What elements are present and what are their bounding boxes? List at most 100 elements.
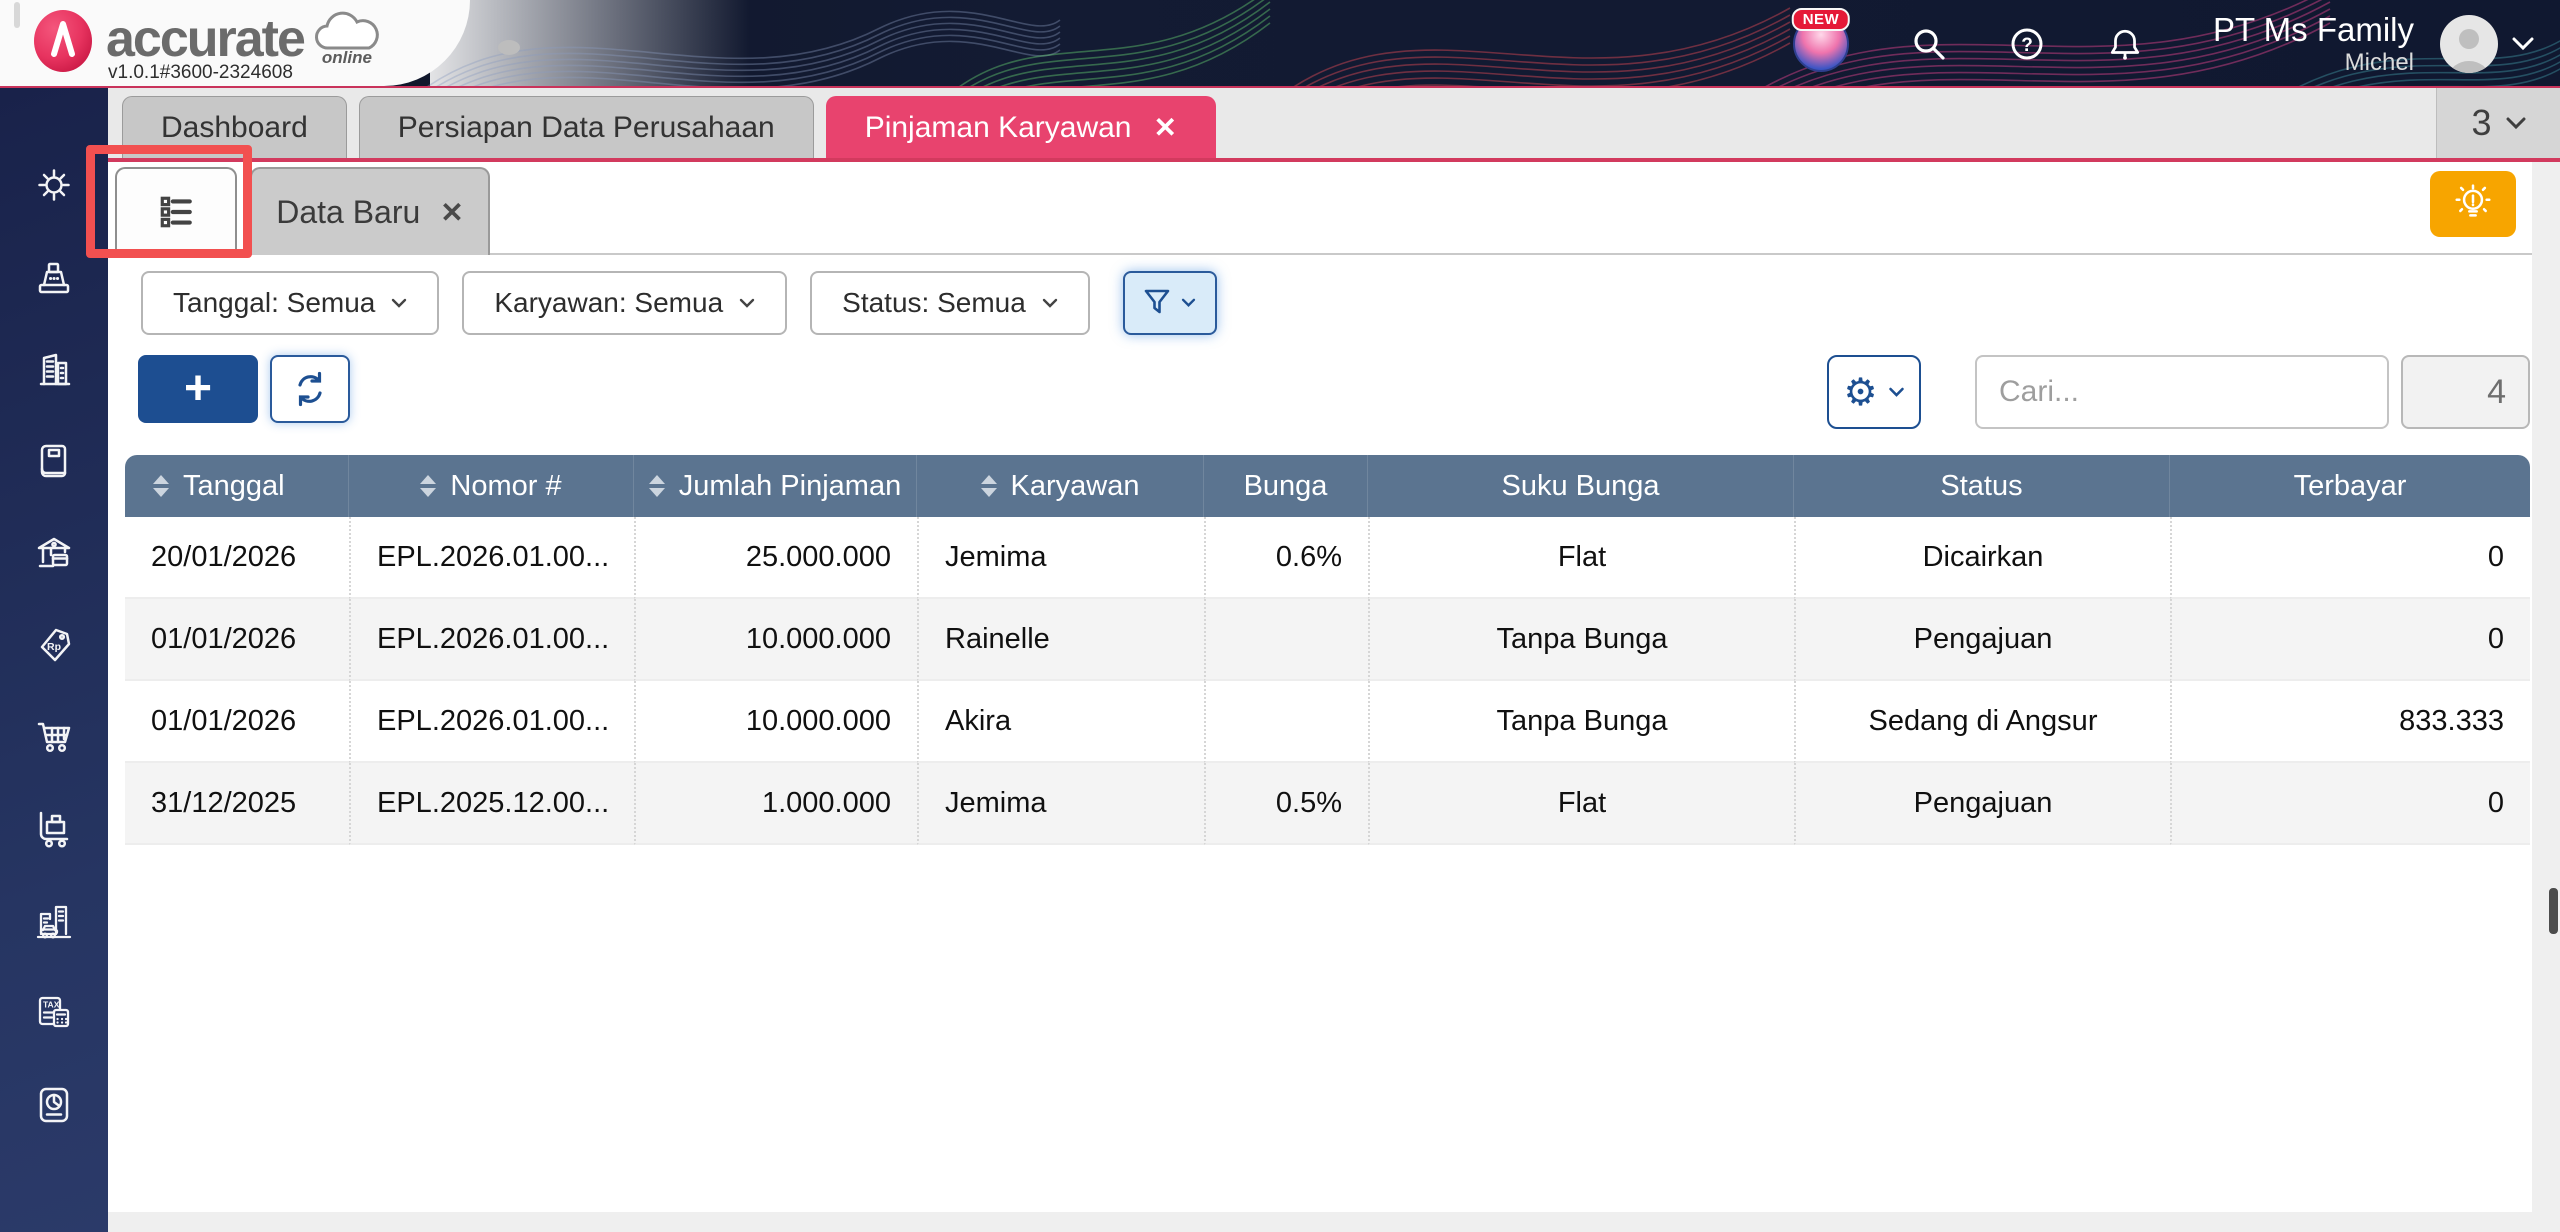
column-header-terbayar[interactable]: Terbayar [2170, 455, 2530, 517]
funnel-icon [1145, 289, 1170, 314]
cell-jumlah: 1.000.000 [634, 763, 917, 845]
tab-pinjaman-karyawan[interactable]: Pinjaman Karyawan ✕ [825, 96, 1216, 158]
filter-row: Tanggal: Semua Karyawan: Semua Status: S… [141, 271, 1217, 335]
column-label: Tanggal [183, 469, 285, 502]
refresh-icon [298, 371, 322, 407]
sort-icon[interactable] [648, 475, 665, 497]
brand-subtext: online [321, 48, 372, 67]
column-header-karyawan[interactable]: Karyawan [917, 455, 1204, 517]
cell-status: Pengajuan [1794, 763, 2170, 845]
filter-label: Karyawan: Semua [494, 287, 724, 318]
cell-karyawan: Akira [917, 681, 1204, 763]
result-count: 4 [2487, 372, 2506, 411]
main-tab-strip: Dashboard Persiapan Data Perusahaan Pinj… [108, 88, 2560, 162]
subtab-data-baru[interactable]: Data Baru ✕ [250, 167, 490, 255]
column-label: Terbayar [2293, 469, 2407, 502]
sidebar-item-ledger[interactable] [31, 438, 77, 484]
cell-nomor: EPL.2026.01.00... [349, 599, 634, 681]
accurate-a-icon [34, 10, 92, 72]
cell-tanggal: 31/12/2025 [125, 763, 349, 845]
sidebar-item-cash-register[interactable] [31, 254, 77, 300]
cell-suku-bunga: Tanpa Bunga [1368, 681, 1794, 763]
sidebar-item-reports[interactable] [31, 1082, 77, 1128]
column-header-nomor[interactable]: Nomor # [349, 455, 634, 517]
column-header-bunga[interactable]: Bunga [1204, 455, 1368, 517]
result-count-box: 4 [2401, 355, 2530, 429]
gear-icon: ⚙ [1843, 371, 1878, 414]
column-header-jumlah-pinjaman[interactable]: Jumlah Pinjaman [634, 455, 917, 517]
cell-karyawan: Jemima [917, 763, 1204, 845]
sidebar-item-tax[interactable]: TAX [31, 990, 77, 1036]
cell-terbayar: 0 [2170, 517, 2530, 599]
mascot-assistant-button[interactable]: NEW [1791, 8, 1851, 72]
sort-icon[interactable] [980, 475, 997, 497]
sort-icon[interactable] [153, 475, 169, 497]
filter-karyawan[interactable]: Karyawan: Semua [462, 271, 788, 335]
scroll-indicator [14, 2, 20, 28]
asset-building-car-icon [36, 905, 72, 939]
settings-gear-button[interactable]: ⚙ [1827, 355, 1921, 429]
new-badge: NEW [1791, 8, 1851, 31]
sidebar-item-fixed-assets[interactable] [31, 898, 77, 944]
close-icon[interactable]: ✕ [1154, 111, 1177, 144]
cell-karyawan: Jemima [917, 517, 1204, 599]
filter-funnel-button[interactable] [1122, 271, 1217, 335]
list-view-tab[interactable] [115, 167, 237, 255]
column-label: Suku Bunga [1501, 469, 1660, 502]
sidebar-item-company[interactable] [31, 346, 77, 392]
avatar[interactable] [2440, 15, 2498, 73]
table-row[interactable]: 31/12/2025 EPL.2025.12.00... 1.000.000 J… [125, 763, 2530, 845]
cart-icon [37, 722, 71, 753]
tips-lightbulb-button[interactable] [2430, 171, 2516, 237]
chevron-down-icon [392, 298, 407, 308]
sidebar-item-bank[interactable] [31, 530, 77, 576]
table-header-row: Tanggal Nomor # Jumlah Pinjaman Karyawan… [125, 455, 2530, 517]
cell-bunga: 0.6% [1204, 517, 1368, 599]
table-row[interactable]: 01/01/2026 EPL.2026.01.00... 10.000.000 … [125, 681, 2530, 763]
cell-terbayar: 0 [2170, 763, 2530, 845]
cell-tanggal: 01/01/2026 [125, 681, 349, 763]
column-header-tanggal[interactable]: Tanggal [125, 455, 349, 517]
filter-tanggal[interactable]: Tanggal: Semua [141, 271, 440, 335]
tab-persiapan-data-perusahaan[interactable]: Persiapan Data Perusahaan [358, 96, 814, 158]
column-label: Status [1940, 469, 2023, 502]
building-icon [39, 353, 71, 386]
cell-tanggal: 20/01/2026 [125, 517, 349, 599]
bell-icon[interactable] [2107, 26, 2143, 62]
header-dot [498, 40, 520, 55]
filter-status[interactable]: Status: Semua [810, 271, 1090, 335]
cell-status: Sedang di Angsur [1794, 681, 2170, 763]
report-pie-icon [39, 1087, 69, 1123]
app-header: accurate online v1.0.1#3600-2324608 NEW … [0, 0, 2560, 88]
search-input[interactable] [1999, 375, 2385, 409]
sidebar-item-price-tag[interactable]: Rp [31, 622, 77, 668]
price-tag-icon: Rp [40, 628, 71, 662]
column-header-suku-bunga[interactable]: Suku Bunga [1368, 455, 1794, 517]
plus-icon: + [183, 362, 213, 415]
help-icon[interactable]: ? [2009, 26, 2045, 62]
search-icon[interactable] [1911, 26, 1947, 62]
book-icon [40, 444, 67, 478]
column-header-status[interactable]: Status [1794, 455, 2170, 517]
cell-bunga [1204, 681, 1368, 763]
refresh-button[interactable] [270, 355, 350, 423]
tax-label: TAX [43, 1000, 60, 1010]
content-panel: Data Baru ✕ Tanggal: Semua Karyawan: Sem… [108, 162, 2532, 1212]
chevron-down-icon[interactable] [2512, 37, 2534, 51]
version-text: v1.0.1#3600-2324608 [108, 62, 293, 83]
sort-icon[interactable] [420, 475, 437, 497]
sidebar-item-inventory-trolley[interactable] [31, 806, 77, 852]
close-icon[interactable]: ✕ [440, 196, 463, 229]
tab-overflow-count[interactable]: 3 [2436, 88, 2560, 158]
vertical-scrollbar-thumb[interactable] [2549, 888, 2558, 934]
table-row[interactable]: 01/01/2026 EPL.2026.01.00... 10.000.000 … [125, 599, 2530, 681]
cell-suku-bunga: Flat [1368, 763, 1794, 845]
table-row[interactable]: 20/01/2026 EPL.2026.01.00... 25.000.000 … [125, 517, 2530, 599]
tab-dashboard[interactable]: Dashboard [122, 96, 347, 158]
cell-jumlah: 10.000.000 [634, 599, 917, 681]
subtab-label: Data Baru [276, 193, 421, 230]
sidebar-item-purchases-cart[interactable] [31, 714, 77, 760]
sidebar-item-settings[interactable] [31, 162, 77, 208]
add-button[interactable]: + [138, 355, 258, 423]
rp-label: Rp [47, 641, 61, 653]
